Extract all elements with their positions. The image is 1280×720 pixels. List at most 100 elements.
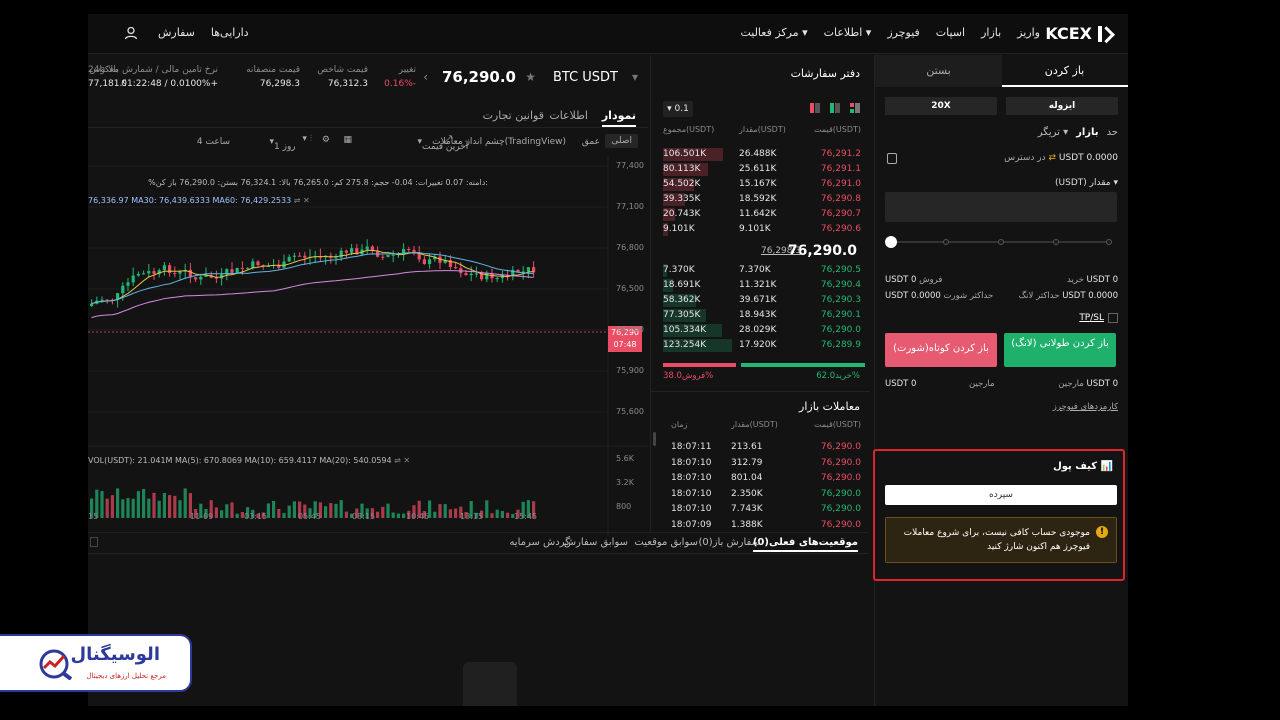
order-book-row[interactable]: 76,289.9 17.920K 123.254K [651, 338, 871, 353]
nav-assets[interactable]: دارایی‌ها [211, 26, 249, 39]
slider-tick-25[interactable] [943, 239, 949, 245]
trades-scrollbar[interactable] [653, 432, 656, 446]
slider-knob[interactable] [885, 236, 897, 248]
tab-position-history[interactable]: سوابق موقعیت [634, 537, 698, 548]
tab-current-positions[interactable]: موقعیت‌های فعلی(0) [752, 537, 858, 552]
nav-info[interactable]: اطلاعات ▾ [824, 26, 872, 39]
view-bids-icon[interactable] [830, 103, 840, 113]
volume-bar [277, 508, 281, 518]
chart-canvas[interactable] [88, 156, 648, 536]
volume-bar [490, 513, 494, 518]
ob-head-amount: مقدار(USDT) [739, 125, 786, 134]
quantity-input[interactable] [885, 192, 1117, 222]
stat-high-value: 77,181.9 [88, 79, 126, 89]
tab-open-position[interactable]: باز کردن [1001, 55, 1128, 87]
nav-futures[interactable]: فیوچرز [887, 26, 919, 39]
quantity-label[interactable]: (USDT) مقدار ▾ [1055, 178, 1118, 188]
tab-open-orders[interactable]: سفارش باز(0) [698, 537, 760, 548]
favorite-star-icon[interactable]: ★ [525, 70, 536, 84]
slider-tick-50[interactable] [998, 239, 1004, 245]
futures-fees-link[interactable]: کارمزدهای فیوچرز [1053, 402, 1118, 412]
order-type-trigger[interactable]: تریگر ▾ [1038, 127, 1068, 138]
order-book-row[interactable]: 76,290.1 18.943K 77.305K [651, 308, 871, 323]
tab-rules[interactable]: قوانین تجارت [483, 109, 544, 122]
order-book-row[interactable]: 76,291.1 25.611K 80.113K [651, 162, 871, 177]
open-short-button[interactable]: باز کردن کوتاه(شورت) [885, 333, 997, 367]
buy-amount: خرید USDT 0 [1067, 275, 1118, 285]
price-source-select[interactable]: ▾ آخرین قیمت [417, 137, 468, 152]
y-tick-label: 76,200 [616, 325, 644, 334]
buy-sell-ratio-bar [663, 363, 865, 367]
slider-tick-75[interactable] [1053, 239, 1059, 245]
calculator-icon[interactable] [887, 153, 897, 164]
volume-tick-label: 5.6K [616, 454, 634, 463]
ob-total: 123.254K [663, 340, 707, 350]
candlestick-chart[interactable]: %دامنه: 0.07 تغییرات: 0.04- حجم: 275.8 ک… [88, 156, 648, 536]
chevron-left-icon[interactable]: ‹ [423, 70, 428, 84]
user-icon[interactable] [124, 26, 138, 40]
ohlc-legend: %دامنه: 0.07 تغییرات: 0.04- حجم: 275.8 ک… [148, 178, 488, 187]
margin-mode-button[interactable]: ایزوله [1006, 97, 1118, 115]
order-book-row[interactable]: 76,290.5 7.370K 7.370K [651, 263, 871, 278]
tab-info[interactable]: اطلاعات [549, 109, 588, 122]
ob-total: 20.743K [663, 209, 701, 219]
order-type-limit[interactable]: حد [1107, 127, 1118, 138]
quantity-slider[interactable] [885, 236, 1112, 248]
view-basic-button[interactable]: اصلی [605, 134, 638, 148]
order-book-row[interactable]: 76,290.7 11.642K 20.743K [651, 207, 871, 222]
tpsl-label[interactable]: TP/SL [1079, 313, 1104, 323]
star-icon[interactable]: ▾ [632, 70, 638, 84]
ob-amount: 18.592K [739, 194, 777, 204]
order-book-row[interactable]: 76,290.4 11.321K 18.691K [651, 278, 871, 293]
view-asks-icon[interactable] [810, 103, 820, 113]
order-book-row[interactable]: 76,291.2 26.488K 106.501K [651, 147, 871, 162]
ob-amount: 11.642K [739, 209, 777, 219]
slider-tick-100[interactable] [1106, 239, 1112, 245]
order-book-row[interactable]: 76,290.6 9.101K 9.101K [651, 222, 871, 237]
nav-deposit[interactable]: واریز [1017, 26, 1040, 39]
tab-fund-flow[interactable]: گردش سرمایه [509, 537, 570, 548]
brand-name: KCEX [1045, 24, 1092, 43]
indicator-icon[interactable]: ▾ ⫶ [302, 134, 312, 144]
order-type-trigger-label: تریگر [1037, 127, 1060, 138]
wallet-chart-icon[interactable]: 📊 [1101, 461, 1113, 472]
tab-order-history[interactable]: سوابق سفارش [564, 537, 628, 548]
candle-body [407, 249, 411, 251]
buy-ratio-fill [741, 363, 865, 367]
nav-spot[interactable]: اسپات [936, 26, 965, 39]
volume-bar [500, 510, 504, 518]
layout-grid-icon[interactable]: ▦ [343, 135, 352, 145]
nav-market[interactable]: بازار [981, 26, 1001, 39]
transfer-icon[interactable]: ⇄ [1048, 153, 1056, 163]
x-tick-label: 11-09 [190, 512, 214, 521]
pair-selector[interactable]: BTC USDT [553, 70, 618, 85]
order-book-row[interactable]: 76,290.3 39.671K 58.362K [651, 293, 871, 308]
volume-bar [292, 501, 296, 518]
open-long-button[interactable]: باز کردن طولانی (لانگ) [1004, 333, 1116, 367]
candle-body [474, 273, 478, 275]
nav-orders[interactable]: سفارش [158, 26, 195, 39]
order-book-row[interactable]: 76,290.0 28.029K 105.334K [651, 323, 871, 338]
interval-4h[interactable]: ساعت 4 [197, 137, 230, 147]
tpsl-checkbox[interactable] [1108, 313, 1118, 323]
view-depth-button[interactable]: عمق [582, 137, 600, 147]
leverage-button[interactable]: 20X [885, 97, 997, 115]
ob-price: 76,290.5 [820, 265, 861, 275]
hide-checkbox[interactable] [90, 537, 98, 547]
nav-activity[interactable]: مرکز فعالیت ▾ [740, 26, 807, 39]
tab-close-position[interactable]: بستن [875, 55, 1002, 87]
view-both-icon[interactable] [850, 103, 860, 113]
candle-body [454, 266, 458, 269]
brand-logo[interactable]: KCEX [1045, 24, 1114, 43]
deposit-button[interactable]: سپرده [885, 485, 1117, 505]
order-book-row[interactable]: 76,291.0 15.167K 54.502K [651, 177, 871, 192]
settings-icon[interactable]: ⚙ [322, 135, 330, 145]
order-type-market[interactable]: بازار [1076, 127, 1098, 138]
ob-total: 58.362K [663, 295, 701, 305]
order-book-row[interactable]: 76,290.8 18.592K 39.335K [651, 192, 871, 207]
tab-chart[interactable]: نمودار [601, 109, 636, 127]
chart-toolbar: اصلی عمق چشم انداز معاملات(TradingView) … [88, 132, 648, 154]
precision-select[interactable]: ▾ 0.1 [663, 101, 693, 117]
stat-index-value: 76,298.3 [259, 79, 300, 89]
interval-1d[interactable]: ▾ روز 1 [269, 137, 295, 152]
